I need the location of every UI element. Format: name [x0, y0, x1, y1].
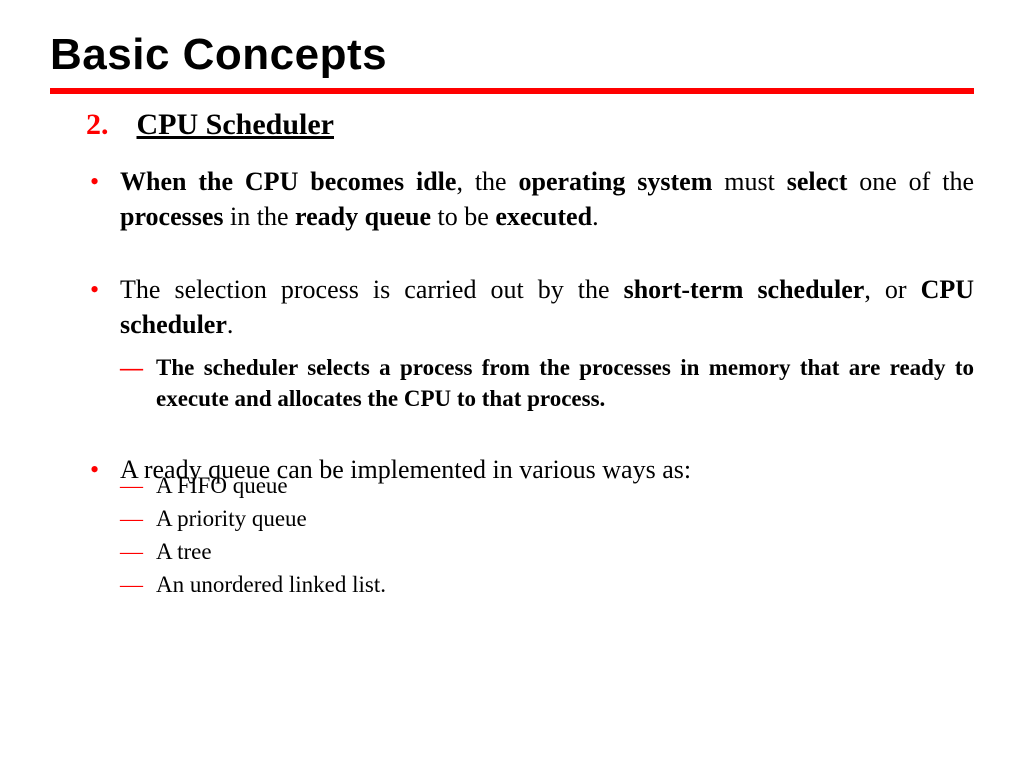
- bullet-list: When the CPU becomes idle, the operating…: [86, 164, 974, 342]
- section-number: 2.: [86, 108, 109, 142]
- section-heading: CPU Scheduler: [137, 108, 335, 142]
- sub-item-tree: A tree: [120, 536, 974, 567]
- sub-list-2: A FIFO queue A priority queue A tree An …: [120, 470, 974, 600]
- section-heading-row: 2. CPU Scheduler: [86, 108, 974, 142]
- sub-list-1: The scheduler selects a process from the…: [120, 352, 974, 414]
- sub-item-scheduler-desc: The scheduler selects a process from the…: [120, 352, 974, 414]
- slide-title: Basic Concepts: [50, 30, 974, 88]
- sub-item-priority: A priority queue: [120, 503, 974, 534]
- horizontal-rule: [50, 88, 974, 94]
- sub-item-fifo: A FIFO queue: [120, 470, 974, 501]
- bullet-item-2: The selection process is carried out by …: [86, 272, 974, 342]
- bullet-item-1: When the CPU becomes idle, the operating…: [86, 164, 974, 234]
- sub-item-unordered: An unordered linked list.: [120, 569, 974, 600]
